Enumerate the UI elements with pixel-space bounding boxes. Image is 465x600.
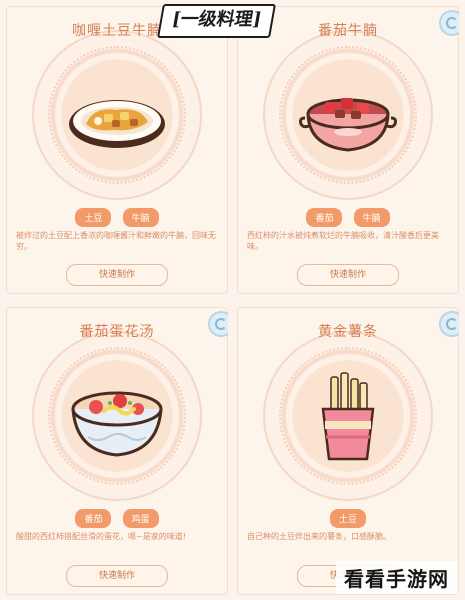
curry-plate-icon xyxy=(69,100,165,148)
quick-make-button[interactable]: 快速制作 xyxy=(297,264,399,286)
quick-make-button[interactable]: 快速制作 xyxy=(66,565,168,587)
tier-banner: [一级料理] xyxy=(157,4,277,38)
recipe-card-tomato-beef[interactable]: 番茄牛腩 番茄 牛腩 西红柿的汁水被炖煮软烂的牛腩吸收，清汁酸香后更美味。 快速… xyxy=(237,6,459,294)
recipe-card-golden-fries[interactable]: 黄金薯条 土豆 自己种的土豆炸出来的薯条，口感酥脆。 快速制作 xyxy=(237,307,459,595)
ingredient-tag: 土豆 xyxy=(329,509,366,528)
ingredient-tags: 土豆 牛腩 xyxy=(6,206,228,227)
refresh-icon[interactable] xyxy=(439,10,459,36)
french-fries-icon xyxy=(321,372,375,461)
recipe-grid: 咖喱土豆牛腩 土豆 牛腩 被炸过的土豆配上香浓的咖喱酱汁和鲜嫩的牛腩，回味无穷。… xyxy=(6,6,459,595)
ingredient-tag: 番茄 xyxy=(75,509,112,528)
recipe-description: 自己种的土豆炸出来的薯条，口感酥脆。 xyxy=(247,532,391,541)
site-watermark: 看看手游网 xyxy=(336,561,457,594)
ingredient-tag: 土豆 xyxy=(75,208,112,227)
ingredient-tags: 番茄 鸡蛋 xyxy=(6,507,228,528)
recipe-description: 西红柿的汁水被炖煮软烂的牛腩吸收，清汁酸香后更美味。 xyxy=(247,231,439,251)
ingredient-tag: 鸡蛋 xyxy=(122,509,159,528)
quick-make-button[interactable]: 快速制作 xyxy=(66,264,168,286)
ingredient-tags: 土豆 xyxy=(237,507,459,528)
ingredient-tags: 番茄 牛腩 xyxy=(237,206,459,227)
refresh-icon[interactable] xyxy=(208,311,228,337)
recipe-title: 番茄蛋花汤 xyxy=(79,324,155,340)
recipe-description: 被炸过的土豆配上香浓的咖喱酱汁和鲜嫩的牛腩，回味无穷。 xyxy=(16,231,216,251)
ingredient-tag: 牛腩 xyxy=(353,208,390,227)
recipe-card-tomato-egg-soup[interactable]: 番茄蛋花汤 番茄 鸡蛋 酸甜的西红柿搭配丝滑的蛋花，嗯~是家的味道! 快速制作 xyxy=(6,307,228,595)
tomato-beef-pot-icon xyxy=(299,98,397,152)
recipe-description: 酸甜的西红柿搭配丝滑的蛋花，嗯~是家的味道! xyxy=(16,532,186,541)
recipe-title: 黄金薯条 xyxy=(318,324,378,340)
recipe-card-curry-potato-beef[interactable]: 咖喱土豆牛腩 土豆 牛腩 被炸过的土豆配上香浓的咖喱酱汁和鲜嫩的牛腩，回味无穷。… xyxy=(6,6,228,294)
ingredient-tag: 番茄 xyxy=(306,208,343,227)
tomato-egg-soup-bowl-icon xyxy=(71,391,163,457)
ingredient-tag: 牛腩 xyxy=(122,208,159,227)
refresh-icon[interactable] xyxy=(439,311,459,337)
